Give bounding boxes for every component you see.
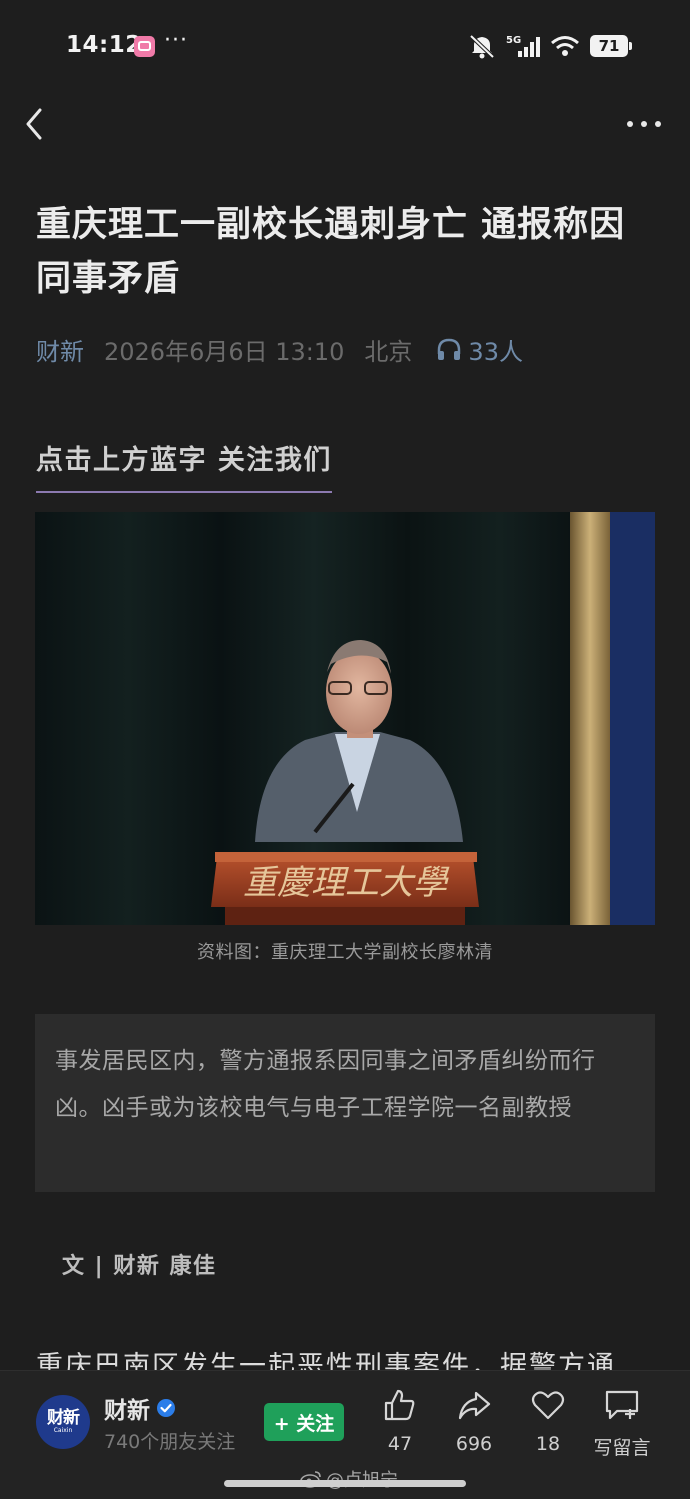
account-followers: 740个朋友关注 <box>104 1431 236 1453</box>
listen-button[interactable]: 33人 <box>436 332 523 367</box>
account-avatar[interactable]: 财新 Caixin <box>36 1395 90 1449</box>
account-logo-text: 财新 <box>47 1408 80 1428</box>
notification-app-icon <box>134 36 155 57</box>
account-logo-subtext: Caixin <box>53 1427 73 1434</box>
battery-icon: 71 <box>590 35 632 57</box>
like-count: 47 <box>387 1433 413 1455</box>
cellular-signal-icon: 5G <box>506 35 540 57</box>
watermark-text: @卢旭宁 <box>326 1466 398 1492</box>
speaker-photo-illustration: 重慶理工大學 <box>35 512 655 925</box>
article-title: 重庆理工一副校长遇刺身亡 通报称因同事矛盾 <box>36 205 626 299</box>
watermark: @卢旭宁 <box>300 1466 398 1492</box>
account-name-row[interactable]: 财新 <box>104 1391 176 1425</box>
more-notifications-icon: ··· <box>164 28 188 53</box>
share-arrow-icon <box>458 1391 491 1420</box>
favorite-button[interactable]: 18 <box>513 1387 583 1455</box>
status-icons: 5G 71 <box>468 32 632 60</box>
share-count: 696 <box>455 1433 493 1455</box>
article-byline: 文 | 财新 康佳 <box>62 1254 217 1279</box>
wifi-icon <box>551 36 579 56</box>
article-page: 14:12 ··· 5G 71 重庆理工一副校长遇刺身亡 通报称因同事矛盾 财新… <box>0 0 690 1499</box>
nav-bar <box>0 92 690 158</box>
article-meta: 财新 2026年6月6日 13:10 北京 33人 <box>36 330 523 368</box>
write-comment-label: 写留言 <box>593 1437 651 1459</box>
share-button[interactable]: 696 <box>439 1387 509 1455</box>
listener-count: 33人 <box>468 337 523 366</box>
headphones-icon <box>438 338 461 360</box>
follow-prompt[interactable]: 点击上方蓝字 关注我们 <box>36 438 332 493</box>
article-date: 2026年6月6日 13:10 <box>104 337 345 366</box>
more-options-icon[interactable] <box>624 112 664 136</box>
article-source-link[interactable]: 财新 <box>36 332 84 367</box>
article-photo: 重慶理工大學 <box>35 512 655 925</box>
network-type-label: 5G <box>506 35 521 46</box>
article-summary: 事发居民区内，警方通报系因同事之间矛盾纠纷而行凶。凶手或为该校电气与电子工程学院… <box>35 1014 655 1192</box>
article-location: 北京 <box>364 337 413 366</box>
thumbs-up-icon <box>384 1389 415 1421</box>
like-button[interactable]: 47 <box>365 1387 435 1455</box>
follow-button[interactable]: + 关注 <box>264 1403 344 1441</box>
status-time: 14:12 <box>66 32 142 58</box>
photo-caption: 资料图：重庆理工大学副校长廖林清 <box>197 942 493 963</box>
back-icon[interactable] <box>18 104 54 144</box>
favorite-count: 18 <box>535 1433 561 1455</box>
comment-add-icon <box>605 1390 639 1420</box>
mute-icon <box>469 34 495 59</box>
account-name: 财新 <box>104 1398 150 1424</box>
home-indicator[interactable] <box>224 1480 466 1487</box>
verified-badge-icon <box>157 1399 175 1417</box>
heart-icon <box>531 1391 565 1420</box>
status-bar: 14:12 ··· 5G 71 <box>0 0 690 92</box>
battery-level: 71 <box>598 37 620 55</box>
podium-text: 重慶理工大學 <box>243 863 450 903</box>
write-comment-button[interactable]: 写留言 <box>584 1387 660 1460</box>
